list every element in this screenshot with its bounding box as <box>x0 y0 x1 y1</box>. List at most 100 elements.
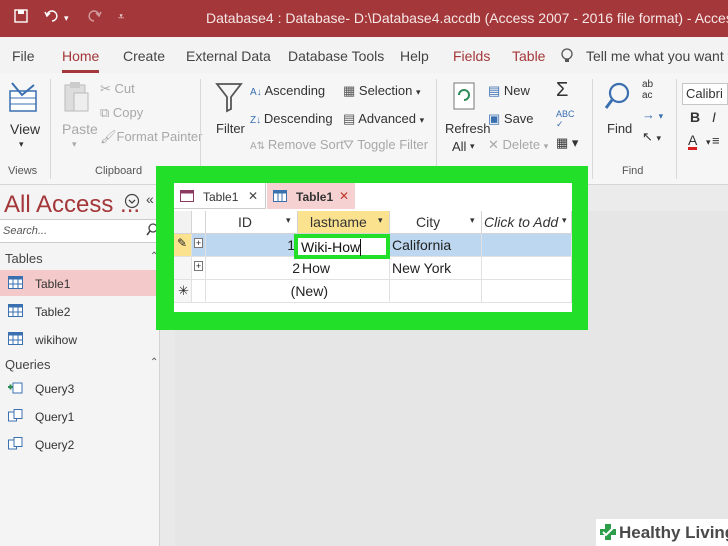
table-cell[interactable]: 2 <box>206 257 300 280</box>
paste-button[interactable]: Paste <box>62 121 98 137</box>
column-header-label: ID <box>238 214 252 230</box>
doc-tab-table1-design[interactable]: Table1 ✕ <box>174 183 266 209</box>
nav-search-input[interactable]: Search... <box>0 219 159 243</box>
select-icon[interactable]: ↖ ▾ <box>642 129 661 145</box>
nav-item-query2[interactable]: Query2 <box>0 431 159 457</box>
column-header-label: lastname <box>310 214 367 230</box>
nav-item-table1[interactable]: Table1 <box>0 270 159 296</box>
close-icon[interactable]: ✕ <box>339 189 349 203</box>
chevron-down-icon[interactable]: ▾ <box>562 215 567 226</box>
replace-icon[interactable]: ab ac <box>642 79 653 101</box>
paste-icon[interactable] <box>62 81 90 118</box>
lastname-edit-field[interactable]: Wiki-How <box>294 234 390 259</box>
tab-database-tools[interactable]: Database Tools <box>288 48 384 64</box>
table-cell[interactable]: How <box>298 257 390 280</box>
nav-item-query3[interactable]: Query3 <box>0 375 159 401</box>
ascending-button[interactable]: A↓ Ascending <box>250 83 325 98</box>
descending-button[interactable]: Z↓ Descending <box>250 111 333 126</box>
clipboard-group-label: Clipboard <box>95 165 143 177</box>
undo-dropdown-icon[interactable]: ▾ <box>64 13 69 24</box>
column-header-lastname[interactable]: lastname ▾ <box>298 211 390 234</box>
font-name-select[interactable]: Calibri (B <box>682 83 728 105</box>
doc-tab-table1-active[interactable]: Table1 ✕ <box>267 183 355 209</box>
collapse-section-icon[interactable]: ⌃ <box>150 357 158 368</box>
nav-pane-header[interactable]: All Access ... <box>4 191 140 219</box>
save-record-button[interactable]: ▣ Save <box>488 111 534 127</box>
table-cell[interactable] <box>390 280 482 303</box>
row-selector[interactable]: ✳ <box>174 280 192 303</box>
find-button[interactable]: Find <box>607 121 632 136</box>
tab-file[interactable]: File <box>12 48 35 64</box>
new-record-icon: ▤ <box>488 83 504 98</box>
row-selector[interactable] <box>174 257 192 280</box>
table-cell[interactable]: California <box>390 234 482 257</box>
customize-qat-icon[interactable]: ⩡ <box>118 11 124 24</box>
filter-icon[interactable] <box>215 81 243 118</box>
column-header-click-to-add[interactable]: Click to Add ▾ <box>482 211 572 234</box>
table-cell[interactable] <box>482 257 572 280</box>
table-cell[interactable]: 1 <box>206 234 298 257</box>
toggle-filter-label: Toggle Filter <box>357 137 429 152</box>
refresh-all-label[interactable]: All <box>452 139 466 154</box>
chevron-down-icon[interactable]: ▾ <box>470 141 475 152</box>
collapse-pane-icon[interactable]: « <box>146 191 154 207</box>
align-icon[interactable]: ≡ <box>712 133 720 148</box>
chevron-down-icon[interactable]: ▾ <box>19 139 24 150</box>
tell-me-search[interactable]: Tell me what you want to <box>586 48 728 64</box>
filter-button[interactable]: Filter <box>216 121 245 136</box>
tables-section-header[interactable]: Tables <box>5 251 43 266</box>
tab-fields[interactable]: Fields <box>453 48 490 64</box>
table-cell[interactable]: (New) <box>206 280 328 303</box>
chevron-down-icon[interactable]: ▾ <box>286 215 291 226</box>
copy-button[interactable]: ⧉ Copy <box>100 105 143 121</box>
queries-section-header[interactable]: Queries <box>5 357 51 372</box>
remove-sort-button[interactable]: A⇅ Remove Sort <box>250 137 344 152</box>
select-all-corner[interactable] <box>174 211 192 234</box>
chevron-down-icon[interactable]: ▾ <box>706 137 711 148</box>
redo-icon[interactable] <box>86 9 102 27</box>
table-cell[interactable] <box>298 280 390 303</box>
close-icon[interactable]: ✕ <box>248 189 258 203</box>
selection-button[interactable]: ▦ Selection ▾ <box>343 83 421 99</box>
nav-item-table2[interactable]: Table2 <box>0 298 159 324</box>
table-cell[interactable] <box>482 280 572 303</box>
save-icon[interactable] <box>14 9 28 27</box>
chevron-down-icon[interactable]: ▾ <box>378 215 383 226</box>
column-header-id[interactable]: ID ▾ <box>206 211 298 234</box>
spelling-icon[interactable]: ABC ✓ <box>556 109 575 130</box>
tab-home[interactable]: Home <box>62 48 100 73</box>
advanced-button[interactable]: ▤ Advanced ▾ <box>343 111 424 127</box>
nav-item-query1[interactable]: Query1 <box>0 403 159 429</box>
more-records-icon[interactable]: ▦ ▾ <box>556 135 578 151</box>
expand-row-button[interactable]: + <box>192 234 206 257</box>
italic-button[interactable]: I <box>712 109 716 125</box>
refresh-icon[interactable] <box>452 81 476 118</box>
delete-record-button[interactable]: ✕ Delete ▾ <box>488 137 548 153</box>
find-icon[interactable] <box>604 81 632 118</box>
tab-help[interactable]: Help <box>400 48 429 64</box>
font-color-button[interactable]: A <box>688 133 698 150</box>
format-painter-button[interactable]: 🖌Format Painter <box>100 129 203 145</box>
new-record-button[interactable]: ▤ New <box>488 83 530 99</box>
tab-create[interactable]: Create <box>123 48 165 64</box>
tab-external-data[interactable]: External Data <box>186 48 271 64</box>
nav-menu-icon[interactable] <box>124 193 140 214</box>
table-cell[interactable]: New York <box>390 257 482 280</box>
toggle-filter-button[interactable]: ⛛ Toggle Filter <box>343 137 428 153</box>
undo-icon[interactable] <box>44 9 60 27</box>
cut-button[interactable]: ✂ Cut <box>100 81 135 97</box>
refresh-all-button[interactable]: Refresh <box>445 121 491 136</box>
datasheet-view-icon[interactable] <box>8 81 38 118</box>
nav-item-wikihow[interactable]: wikihow <box>0 326 159 352</box>
bold-button[interactable]: B <box>690 109 700 125</box>
chevron-down-icon[interactable]: ▾ <box>72 139 77 150</box>
row-selector[interactable]: ✎ <box>174 234 192 257</box>
totals-icon[interactable]: Σ <box>556 79 568 102</box>
column-header-city[interactable]: City ▾ <box>390 211 482 234</box>
expand-row-button[interactable]: + <box>192 257 206 280</box>
tab-table[interactable]: Table <box>512 48 545 64</box>
chevron-down-icon[interactable]: ▾ <box>470 215 475 226</box>
table-cell[interactable] <box>482 234 572 257</box>
goto-icon[interactable]: → ▾ <box>642 107 663 122</box>
view-button[interactable]: View <box>10 121 40 137</box>
